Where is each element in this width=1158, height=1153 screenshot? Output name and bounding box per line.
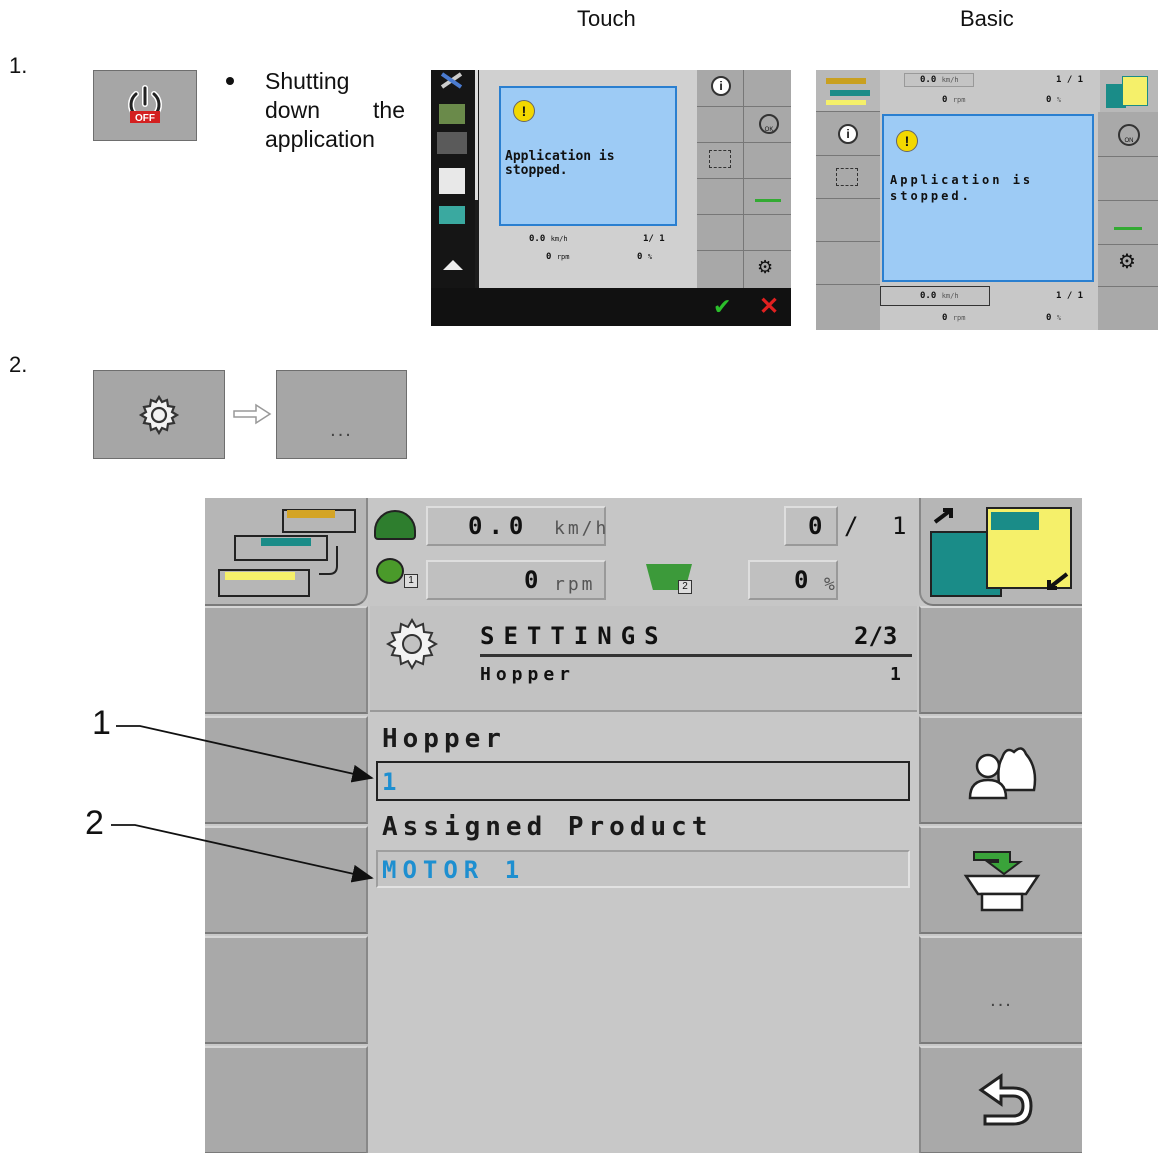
callout-leader-lines (111, 725, 374, 883)
callout-1-line (116, 725, 374, 783)
callout-2-line (111, 824, 374, 883)
